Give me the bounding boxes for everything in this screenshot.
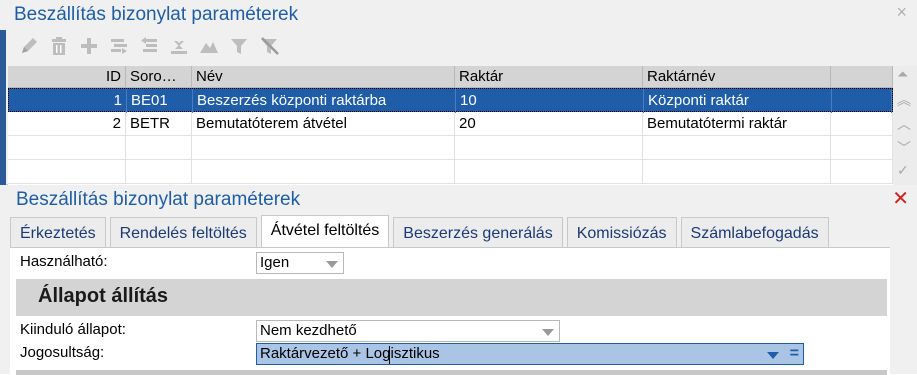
tab-rendeles-feltoltes[interactable]: Rendelés feltöltés xyxy=(109,217,257,247)
lower-panel-title: Beszállítás bizonylat paraméterek xyxy=(16,189,301,210)
jogosultsag-value: Raktárvezető + Logisztikus xyxy=(260,345,440,362)
plus-icon[interactable] xyxy=(74,33,104,59)
hasznalhato-select[interactable]: Igen xyxy=(256,252,344,274)
pencil-icon[interactable] xyxy=(14,33,44,59)
jogosultsag-label: Jogosultság: xyxy=(20,344,105,361)
kiindulo-allapot-value: Nem kezdhető xyxy=(260,322,357,339)
cell-id: 2 xyxy=(8,112,126,136)
confirm-icon[interactable]: ✓ xyxy=(897,162,909,179)
table-row[interactable]: 1 BE01 Beszerzés központi raktárba 10 Kö… xyxy=(8,88,893,113)
cell-sorszam: BETR xyxy=(126,112,192,136)
cell-raktarnev: Bemutatótermi raktár xyxy=(643,112,831,136)
cell-nev: Beszerzés központi raktárba xyxy=(193,89,456,113)
upper-panel-title: Beszállítás bizonylat paraméterek xyxy=(14,4,299,25)
chevron-down-icon[interactable] xyxy=(767,352,779,359)
undo-icon[interactable] xyxy=(134,33,164,59)
page-down-icon[interactable]: ﹀ xyxy=(897,138,911,158)
tab-bar: Érkeztetés Rendelés feltöltés Átvétel fe… xyxy=(10,215,833,247)
column-header-filler xyxy=(831,66,893,88)
column-header-raktarnev[interactable]: Raktárnév xyxy=(643,66,831,88)
grid-header: ID Soro… Név Raktár Raktárnév xyxy=(8,66,893,88)
equals-icon[interactable]: = xyxy=(790,344,799,364)
selection-stripe xyxy=(0,30,6,185)
clear-filter-icon[interactable] xyxy=(254,33,284,59)
tab-komissiozas[interactable]: Komissiózás xyxy=(566,217,677,247)
table-row[interactable]: 2 BETR Bemutatóterem átvétel 20 Bemutató… xyxy=(8,112,893,136)
chevron-down-icon xyxy=(326,261,338,268)
tab-content: Használható: Igen Állapot állítás Kiindu… xyxy=(10,247,890,375)
empty-row xyxy=(8,160,893,184)
column-header-nev[interactable]: Név xyxy=(192,66,455,88)
cell-filler xyxy=(832,89,892,113)
hasznalhato-value: Igen xyxy=(260,254,290,271)
export-icon[interactable] xyxy=(164,33,194,59)
tab-atvetel-feltoltes[interactable]: Átvétel feltöltés xyxy=(260,215,390,247)
cell-nev: Bemutatóterem átvétel xyxy=(192,112,455,136)
kiindulo-allapot-select[interactable]: Nem kezdhető xyxy=(256,320,560,342)
page-up-icon[interactable]: ︽ xyxy=(897,90,911,110)
cell-id: 1 xyxy=(9,89,127,113)
close-icon[interactable]: ✕ xyxy=(892,186,909,211)
cell-filler xyxy=(831,112,893,136)
cell-sorszam: BE01 xyxy=(127,89,193,113)
jogosultsag-select[interactable]: Raktárvezető + Logisztikus = xyxy=(256,343,804,365)
chart-icon[interactable] xyxy=(194,33,224,59)
text-caret xyxy=(389,346,390,364)
column-header-id[interactable]: ID xyxy=(8,66,126,88)
lower-panel: Beszállítás bizonylat paraméterek ✕ Érke… xyxy=(0,185,917,375)
next-section-header xyxy=(16,370,887,375)
upper-panel: Beszállítás bizonylat paraméterek × ID S… xyxy=(0,0,917,185)
data-grid: ID Soro… Név Raktár Raktárnév 1 BE01 Bes… xyxy=(8,66,893,185)
column-header-sorszam[interactable]: Soro… xyxy=(126,66,192,88)
column-header-raktar[interactable]: Raktár xyxy=(455,66,643,88)
row-navigator: ⏶ ︽ ︿ ﹀ ✓ xyxy=(893,66,917,185)
toolbar xyxy=(14,32,284,60)
chevron-down-icon xyxy=(542,329,554,336)
jump-top-icon[interactable]: ⏶ xyxy=(897,66,908,83)
filter-icon[interactable] xyxy=(224,33,254,59)
section-title: Állapot állítás xyxy=(38,285,169,307)
copy-icon[interactable] xyxy=(104,33,134,59)
trash-icon[interactable] xyxy=(44,33,74,59)
tab-szamlabefogadas[interactable]: Számlabefogadás xyxy=(680,217,829,247)
tab-beszerzes-generalas[interactable]: Beszerzés generálás xyxy=(393,217,563,247)
cell-raktar: 20 xyxy=(455,112,643,136)
tab-erkeztetes[interactable]: Érkeztetés xyxy=(10,217,106,247)
cell-raktar: 10 xyxy=(456,89,644,113)
kiindulo-allapot-label: Kiinduló állapot: xyxy=(20,321,126,338)
cell-raktarnev: Központi raktár xyxy=(644,89,832,113)
upper-close-icon[interactable]: × xyxy=(896,2,907,23)
hasznalhato-label: Használható: xyxy=(20,253,108,270)
empty-row xyxy=(8,136,893,160)
section-header: Állapot állítás xyxy=(16,279,887,316)
page-up-small-icon[interactable]: ︿ xyxy=(897,114,911,134)
